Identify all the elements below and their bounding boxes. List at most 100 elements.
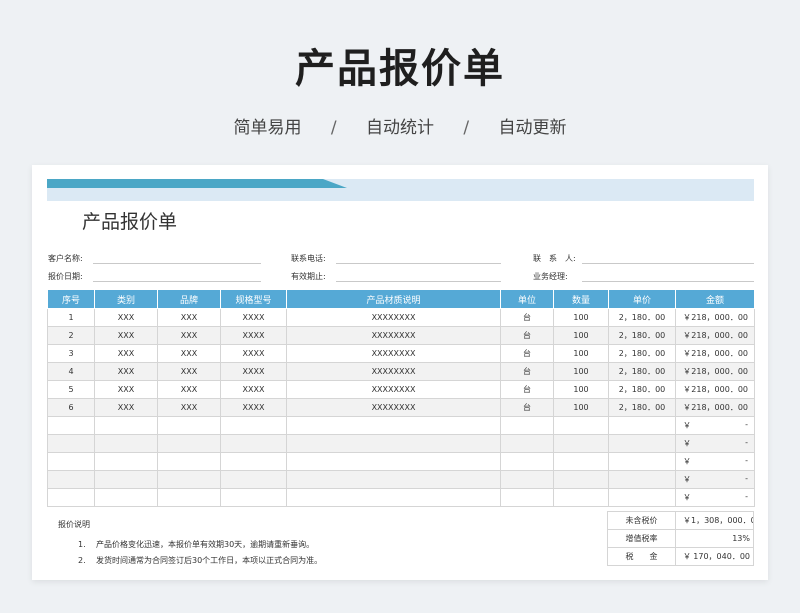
cell-brand[interactable]: XXX — [157, 398, 221, 417]
cell-material[interactable]: XXXXXXXX — [286, 380, 501, 399]
cell-unit-price[interactable]: 2，180．00 — [608, 380, 676, 399]
cell-index[interactable]: 1 — [47, 308, 95, 327]
cell-unit-price[interactable]: 2，180．00 — [608, 398, 676, 417]
cell-amount[interactable]: ￥ - — [675, 470, 755, 489]
cell-quantity[interactable]: 100 — [553, 398, 609, 417]
cell-model[interactable]: XXXX — [220, 398, 287, 417]
cell-material[interactable] — [286, 434, 501, 453]
cell-amount[interactable]: ￥ - — [675, 416, 755, 435]
contact-person-field[interactable] — [582, 263, 754, 264]
cell-unit-price[interactable]: 2，180．00 — [608, 362, 676, 381]
cell-unit[interactable]: 台 — [500, 398, 554, 417]
cell-category[interactable]: XXX — [94, 380, 158, 399]
cell-unit[interactable]: 台 — [500, 308, 554, 327]
cell-brand[interactable] — [157, 470, 221, 489]
cell-material[interactable]: XXXXXXXX — [286, 308, 501, 327]
cell-amount[interactable]: ￥ - — [675, 434, 755, 453]
cell-quantity[interactable]: 100 — [553, 308, 609, 327]
cell-quantity[interactable]: 100 — [553, 362, 609, 381]
cell-model[interactable] — [220, 434, 287, 453]
cell-category[interactable] — [94, 434, 158, 453]
cell-amount[interactable]: ￥ 218，000．00 — [675, 362, 755, 381]
cell-amount[interactable]: ￥ 218，000．00 — [675, 398, 755, 417]
cell-unit[interactable]: 台 — [500, 344, 554, 363]
cell-amount[interactable]: ￥ - — [675, 488, 755, 507]
cell-unit-price[interactable] — [608, 470, 676, 489]
cell-index[interactable]: 3 — [47, 344, 95, 363]
cell-index[interactable]: 6 — [47, 398, 95, 417]
cell-amount[interactable]: ￥ 218，000．00 — [675, 326, 755, 345]
cell-unit-price[interactable] — [608, 416, 676, 435]
cell-category[interactable] — [94, 488, 158, 507]
cell-material[interactable] — [286, 470, 501, 489]
cell-unit-price[interactable]: 2，180．00 — [608, 344, 676, 363]
quote-date-field[interactable] — [93, 281, 261, 282]
cell-model[interactable] — [220, 452, 287, 471]
cell-brand[interactable] — [157, 434, 221, 453]
cell-index[interactable]: 4 — [47, 362, 95, 381]
cell-model[interactable] — [220, 416, 287, 435]
cell-model[interactable]: XXXX — [220, 362, 287, 381]
cell-unit[interactable]: 台 — [500, 362, 554, 381]
cell-amount[interactable]: ￥ 218，000．00 — [675, 344, 755, 363]
cell-unit-price[interactable] — [608, 434, 676, 453]
cell-model[interactable] — [220, 488, 287, 507]
cell-unit-price[interactable]: 2，180．00 — [608, 326, 676, 345]
cell-quantity[interactable]: 100 — [553, 344, 609, 363]
cell-quantity[interactable]: 100 — [553, 326, 609, 345]
cell-model[interactable]: XXXX — [220, 326, 287, 345]
cell-unit-price[interactable] — [608, 488, 676, 507]
contact-phone-field[interactable] — [336, 263, 501, 264]
cell-index[interactable]: 2 — [47, 326, 95, 345]
cell-unit[interactable]: 台 — [500, 326, 554, 345]
cell-category[interactable] — [94, 470, 158, 489]
cell-category[interactable]: XXX — [94, 308, 158, 327]
cell-model[interactable] — [220, 470, 287, 489]
cell-category[interactable]: XXX — [94, 344, 158, 363]
cell-material[interactable]: XXXXXXXX — [286, 326, 501, 345]
cell-quantity[interactable] — [553, 434, 609, 453]
cell-category[interactable] — [94, 452, 158, 471]
customer-name-field[interactable] — [93, 263, 261, 264]
cell-brand[interactable]: XXX — [157, 308, 221, 327]
cell-brand[interactable] — [157, 416, 221, 435]
cell-material[interactable] — [286, 488, 501, 507]
cell-quantity[interactable] — [553, 416, 609, 435]
cell-model[interactable]: XXXX — [220, 308, 287, 327]
cell-category[interactable]: XXX — [94, 362, 158, 381]
cell-quantity[interactable] — [553, 470, 609, 489]
cell-unit-price[interactable] — [608, 452, 676, 471]
cell-amount[interactable]: ￥ - — [675, 452, 755, 471]
cell-index[interactable] — [47, 488, 95, 507]
cell-model[interactable]: XXXX — [220, 380, 287, 399]
cell-index[interactable] — [47, 434, 95, 453]
cell-unit[interactable] — [500, 470, 554, 489]
cell-amount[interactable]: ￥ 218，000．00 — [675, 308, 755, 327]
sales-manager-field[interactable] — [582, 281, 754, 282]
valid-until-field[interactable] — [336, 281, 501, 282]
cell-brand[interactable]: XXX — [157, 380, 221, 399]
cell-unit[interactable] — [500, 416, 554, 435]
cell-index[interactable] — [47, 416, 95, 435]
cell-brand[interactable]: XXX — [157, 344, 221, 363]
cell-model[interactable]: XXXX — [220, 344, 287, 363]
cell-unit[interactable]: 台 — [500, 380, 554, 399]
cell-amount[interactable]: ￥ 218，000．00 — [675, 380, 755, 399]
cell-brand[interactable]: XXX — [157, 326, 221, 345]
cell-category[interactable]: XXX — [94, 326, 158, 345]
cell-brand[interactable]: XXX — [157, 362, 221, 381]
cell-index[interactable] — [47, 470, 95, 489]
cell-material[interactable]: XXXXXXXX — [286, 362, 501, 381]
cell-unit[interactable] — [500, 434, 554, 453]
cell-brand[interactable] — [157, 488, 221, 507]
cell-category[interactable] — [94, 416, 158, 435]
cell-index[interactable] — [47, 452, 95, 471]
cell-brand[interactable] — [157, 452, 221, 471]
cell-unit[interactable] — [500, 452, 554, 471]
cell-index[interactable]: 5 — [47, 380, 95, 399]
cell-quantity[interactable] — [553, 452, 609, 471]
cell-quantity[interactable]: 100 — [553, 380, 609, 399]
cell-material[interactable]: XXXXXXXX — [286, 398, 501, 417]
cell-material[interactable] — [286, 416, 501, 435]
cell-unit-price[interactable]: 2，180．00 — [608, 308, 676, 327]
